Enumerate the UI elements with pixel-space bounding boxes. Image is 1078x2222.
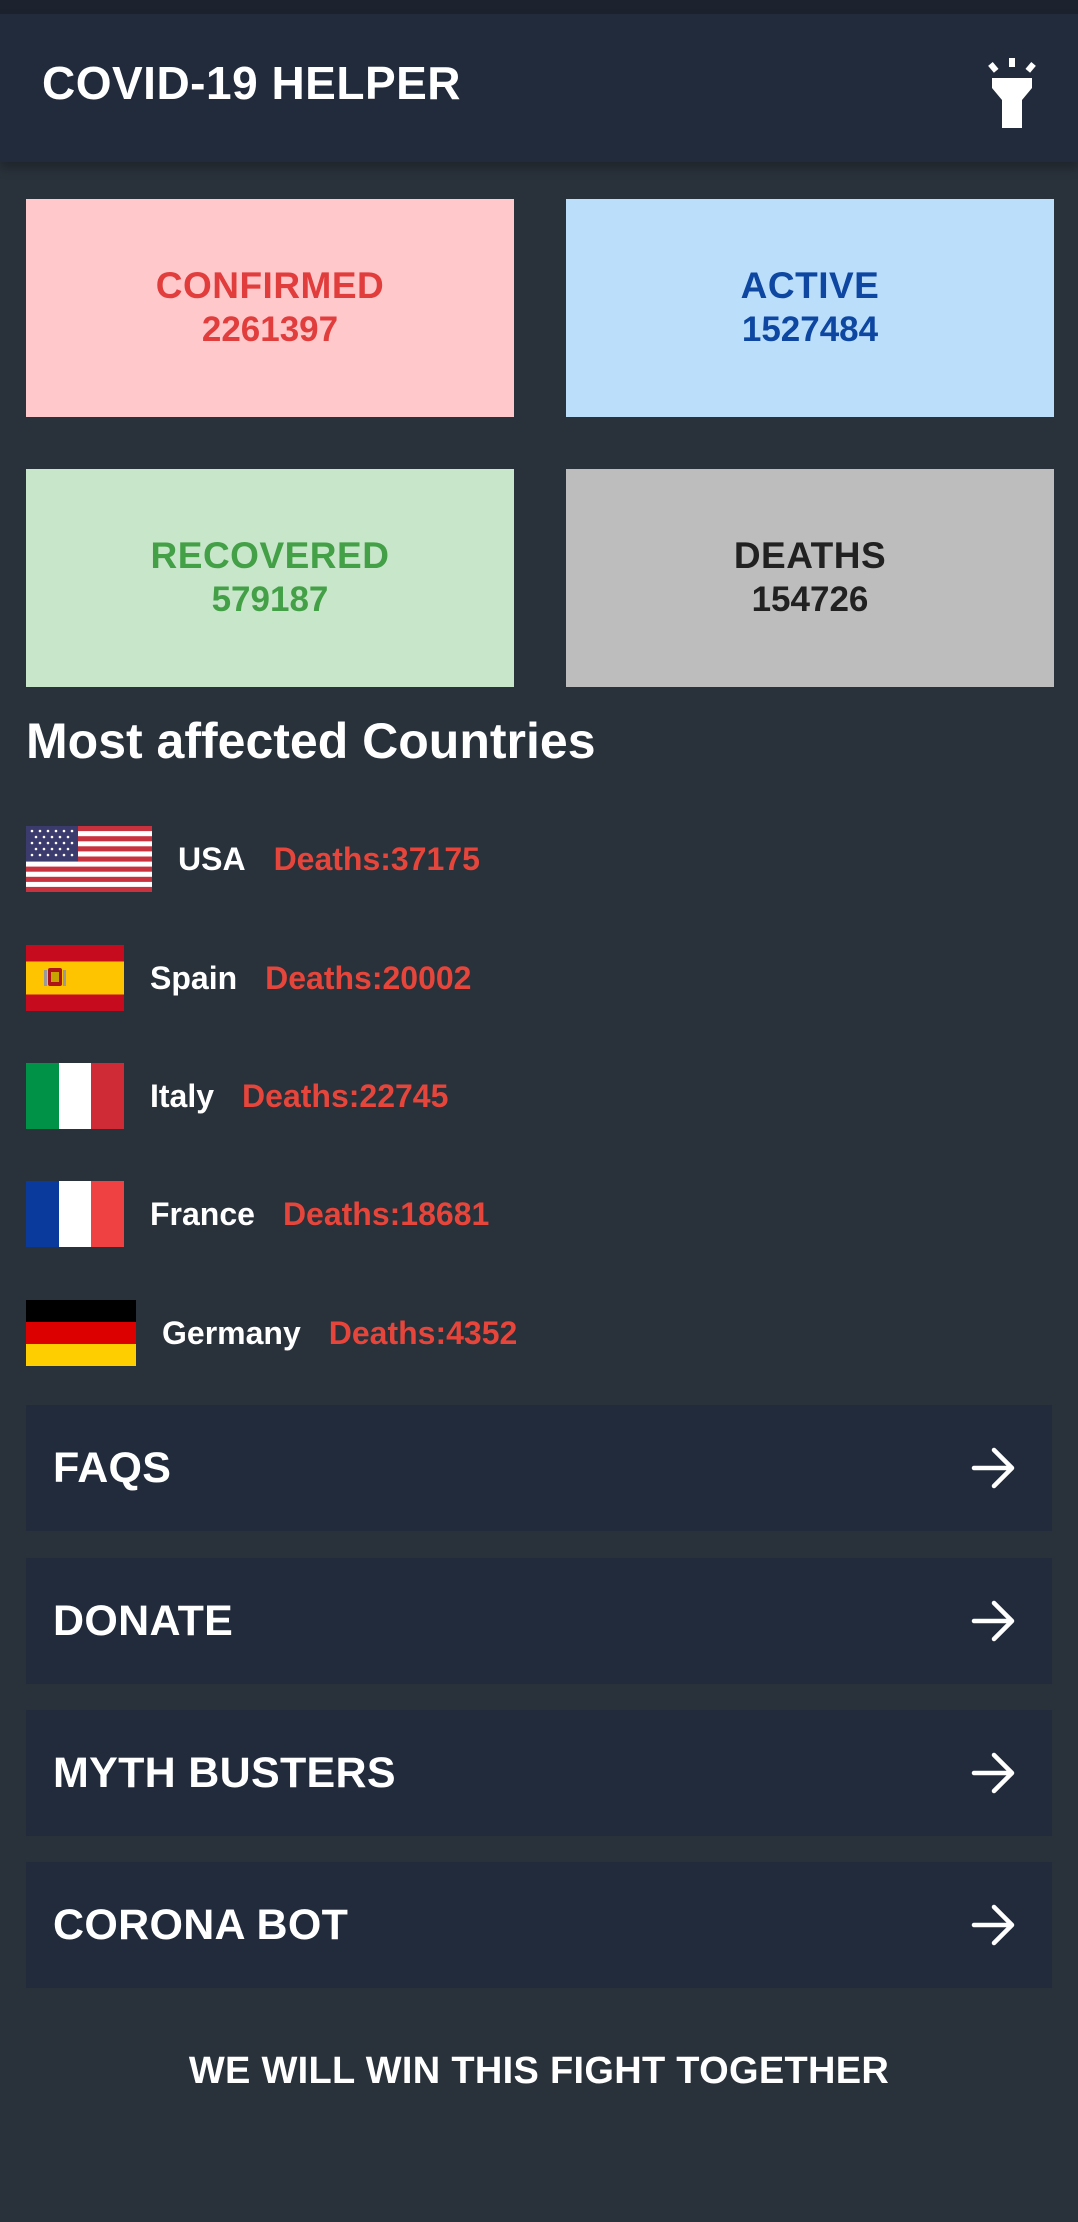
arrow-right-icon: [971, 1752, 1015, 1794]
arrow-right-icon: [971, 1447, 1015, 1489]
menu-label: DONATE: [53, 1596, 234, 1645]
status-bar: [0, 0, 1078, 14]
confirmed-label: CONFIRMED: [155, 265, 385, 306]
country-deaths: Deaths:4352: [328, 1314, 518, 1351]
italy-flag: [26, 1063, 124, 1129]
spain-flag: [26, 945, 124, 1011]
germany-flag: [26, 1300, 136, 1366]
country-row-italy[interactable]: Italy Deaths:22745: [26, 1063, 448, 1129]
deaths-value: 154726: [751, 580, 869, 619]
flashlight-icon[interactable]: [982, 58, 1042, 128]
menu-label: MYTH BUSTERS: [53, 1748, 396, 1797]
arrow-right-icon: [971, 1904, 1015, 1946]
country-name: France: [150, 1195, 255, 1232]
country-deaths: Deaths:20002: [265, 959, 472, 996]
footer-slogan: WE WILL WIN THIS FIGHT TOGETHER: [188, 2050, 890, 2092]
app-title: COVID-19 HELPER: [42, 57, 462, 109]
country-deaths: Deaths:37175: [273, 840, 480, 877]
confirmed-value: 2261397: [201, 310, 339, 349]
active-value: 1527484: [741, 310, 879, 349]
app-bar: COVID-19 HELPER: [0, 14, 1078, 162]
recovered-label: RECOVERED: [150, 535, 390, 576]
usa-flag: [26, 826, 152, 892]
deaths-label: DEATHS: [733, 535, 887, 576]
faqs-button[interactable]: FAQS: [26, 1405, 1052, 1531]
country-row-usa[interactable]: USA Deaths:37175: [26, 826, 480, 892]
recovered-value: 579187: [211, 580, 329, 619]
country-name: USA: [178, 840, 246, 877]
recovered-card[interactable]: RECOVERED 579187: [26, 469, 514, 687]
deaths-card[interactable]: DEATHS 154726: [566, 469, 1054, 687]
country-deaths: Deaths:18681: [282, 1195, 490, 1232]
france-flag: [26, 1181, 124, 1247]
menu-label: FAQS: [53, 1443, 172, 1492]
donate-button[interactable]: DONATE: [26, 1558, 1052, 1684]
corona-bot-button[interactable]: CORONA BOT: [26, 1862, 1052, 1988]
country-name: Spain: [150, 959, 238, 996]
myth-busters-button[interactable]: MYTH BUSTERS: [26, 1710, 1052, 1836]
country-deaths: Deaths:22745: [242, 1077, 449, 1114]
active-card[interactable]: ACTIVE 1527484: [566, 199, 1054, 417]
section-title: Most affected Countries: [26, 713, 596, 769]
country-row-germany[interactable]: Germany Deaths:4352: [26, 1300, 517, 1366]
country-name: Germany: [162, 1314, 301, 1351]
confirmed-card[interactable]: CONFIRMED 2261397: [26, 199, 514, 417]
country-row-france[interactable]: France Deaths:18681: [26, 1181, 489, 1247]
country-row-spain[interactable]: Spain Deaths:20002: [26, 945, 471, 1011]
active-label: ACTIVE: [740, 265, 880, 306]
arrow-right-icon: [971, 1600, 1015, 1642]
country-name: Italy: [150, 1077, 215, 1114]
menu-label: CORONA BOT: [53, 1900, 349, 1949]
